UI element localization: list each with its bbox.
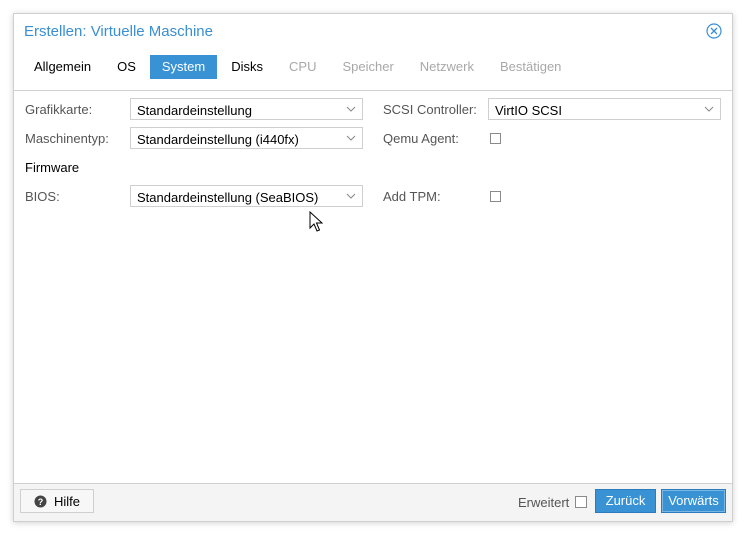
create-vm-dialog: Erstellen: Virtuelle Maschine Allgemein …: [13, 13, 733, 522]
machine-type-select[interactable]: Standardeinstellung (i440fx): [130, 127, 363, 149]
tab-os[interactable]: OS: [105, 55, 148, 79]
dialog-title-bar: Erstellen: Virtuelle Maschine: [14, 14, 732, 50]
firmware-heading: Firmware: [25, 160, 80, 175]
add-tpm-checkbox[interactable]: [490, 191, 501, 202]
advanced-checkbox[interactable]: [575, 496, 587, 508]
system-form: Grafikkarte: Standardeinstellung Maschin…: [14, 90, 732, 484]
scsi-controller-value: VirtIO SCSI: [495, 103, 562, 118]
add-tpm-label: Add TPM:: [383, 189, 441, 204]
chevron-down-icon[interactable]: [346, 133, 356, 143]
help-label: Hilfe: [54, 494, 81, 509]
chevron-down-icon[interactable]: [346, 104, 356, 114]
help-button[interactable]: ? Hilfe: [20, 489, 94, 513]
chevron-down-icon[interactable]: [346, 191, 356, 201]
dialog-title: Erstellen: Virtuelle Maschine: [24, 23, 213, 40]
dialog-footer: ? Hilfe Erweitert Zurück Vorwärts: [14, 483, 732, 521]
mouse-pointer-icon: [309, 211, 323, 232]
close-icon[interactable]: [706, 23, 722, 39]
tab-system[interactable]: System: [149, 55, 218, 79]
next-button[interactable]: Vorwärts: [661, 489, 726, 513]
tab-allgemein[interactable]: Allgemein: [22, 55, 103, 79]
bios-value: Standardeinstellung (SeaBIOS): [137, 190, 319, 205]
bios-select[interactable]: Standardeinstellung (SeaBIOS): [130, 185, 363, 207]
tab-cpu[interactable]: CPU: [277, 55, 328, 79]
graphics-label: Grafikkarte:: [25, 102, 93, 117]
advanced-label: Erweitert: [518, 495, 570, 510]
graphics-value: Standardeinstellung: [137, 103, 252, 118]
scsi-controller-label: SCSI Controller:: [383, 102, 477, 117]
bios-label: BIOS:: [25, 189, 60, 204]
tab-speicher[interactable]: Speicher: [330, 55, 405, 79]
tab-bestaetigen[interactable]: Bestätigen: [488, 55, 573, 79]
tab-disks[interactable]: Disks: [219, 55, 275, 79]
chevron-down-icon[interactable]: [704, 104, 714, 114]
machine-type-value: Standardeinstellung (i440fx): [137, 132, 299, 147]
tab-netzwerk[interactable]: Netzwerk: [408, 55, 486, 79]
scsi-controller-select[interactable]: VirtIO SCSI: [488, 98, 721, 120]
back-button[interactable]: Zurück: [595, 489, 656, 513]
graphics-select[interactable]: Standardeinstellung: [130, 98, 363, 120]
qemu-agent-checkbox[interactable]: [490, 133, 501, 144]
question-circle-icon: ?: [34, 495, 47, 508]
machine-type-label: Maschinentyp:: [25, 131, 109, 146]
tab-bar: Allgemein OS System Disks CPU Speicher N…: [22, 55, 575, 79]
qemu-agent-label: Qemu Agent:: [383, 131, 459, 146]
svg-text:?: ?: [38, 497, 44, 507]
